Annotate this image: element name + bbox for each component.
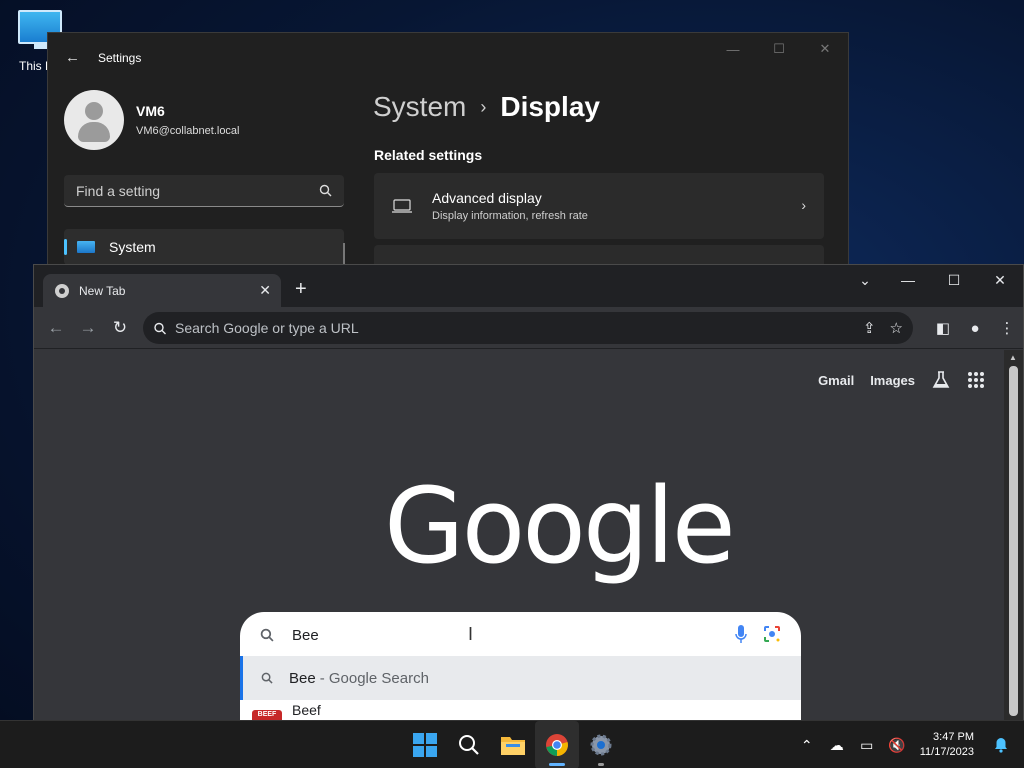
apps-grid-icon[interactable] <box>967 371 985 389</box>
advanced-display-card[interactable]: Advanced display Display information, re… <box>374 173 824 239</box>
search-icon <box>260 628 274 642</box>
omnibox[interactable]: ⇪ ☆ <box>143 312 913 344</box>
card-subtitle: Display information, refresh rate <box>432 210 588 222</box>
chevron-right-icon: › <box>801 197 806 213</box>
close-button[interactable]: ✕ <box>977 265 1023 295</box>
scrollbar-thumb[interactable] <box>1009 366 1018 716</box>
folder-icon <box>501 737 525 755</box>
microphone-icon[interactable] <box>735 625 747 645</box>
sidebar-item-label: System <box>109 239 156 255</box>
search-icon <box>154 322 166 334</box>
network-icon[interactable]: ▭ <box>852 737 882 754</box>
settings-titlebar: ← Settings — ☐ ✕ <box>48 33 848 83</box>
gmail-link[interactable]: Gmail <box>818 373 854 388</box>
windows-logo-icon <box>413 733 437 757</box>
settings-title: Settings <box>98 51 142 65</box>
settings-window: ← Settings — ☐ ✕ VM6 VM6@collabnet.local… <box>47 32 849 275</box>
search-icon <box>261 672 273 684</box>
side-panel-icon[interactable]: ◧ <box>927 312 959 344</box>
suggestion-typed-text: Bee <box>289 669 316 687</box>
google-logo: Google <box>384 465 736 587</box>
breadcrumb: System › Display <box>373 91 600 123</box>
start-button[interactable] <box>403 721 447 768</box>
settings-taskbar-button[interactable] <box>579 721 623 768</box>
autocomplete-suggestion[interactable]: Bee - Google Search <box>240 656 801 700</box>
section-heading: Related settings <box>374 147 483 163</box>
clock[interactable]: 3:47 PM 11/17/2023 <box>920 730 974 760</box>
minimize-button[interactable]: — <box>885 265 931 295</box>
share-icon[interactable]: ⇪ <box>863 319 876 337</box>
chrome-taskbar-button[interactable] <box>535 721 579 768</box>
google-lens-icon[interactable] <box>763 625 781 643</box>
notification-bell-icon[interactable] <box>986 737 1016 753</box>
chrome-icon <box>546 734 568 756</box>
back-arrow-icon[interactable]: ← <box>40 312 72 344</box>
text-cursor-icon: I <box>468 624 474 644</box>
new-tab-button[interactable]: + <box>295 279 307 299</box>
chevron-up-icon[interactable]: ⌃ <box>792 737 822 754</box>
find-setting-input[interactable] <box>76 182 296 199</box>
labs-flask-icon[interactable] <box>931 370 951 390</box>
page-title: Display <box>500 91 600 122</box>
google-search-input[interactable] <box>292 626 712 644</box>
back-arrow-icon[interactable]: ← <box>65 50 81 66</box>
new-tab-page: Gmail Images Google I Bee - Google Searc… <box>34 350 1005 720</box>
forward-arrow-icon[interactable]: → <box>72 312 104 344</box>
autocomplete-suggestion[interactable]: BEEF Beef <box>240 700 801 720</box>
close-button[interactable]: ✕ <box>802 33 848 65</box>
search-icon <box>319 184 332 197</box>
user-name: VM6 <box>136 103 165 119</box>
tab-new-tab[interactable]: New Tab ✕ <box>43 274 281 307</box>
tab-strip: New Tab ✕ + ⌄ — ☐ ✕ <box>34 265 1023 307</box>
system-icon <box>77 241 95 253</box>
suggestion-rest-text: - Google Search <box>319 669 429 687</box>
tab-search-chevron-icon[interactable]: ⌄ <box>845 265 885 295</box>
system-tray: ⌃ ☁ ▭ 🔇 3:47 PM 11/17/2023 <box>792 721 1024 768</box>
gear-icon <box>590 734 612 756</box>
card-title: Advanced display <box>432 190 542 206</box>
scroll-up-icon[interactable]: ▲ <box>1009 353 1017 362</box>
bookmark-star-icon[interactable]: ☆ <box>890 319 903 337</box>
reload-icon[interactable]: ↻ <box>104 312 136 344</box>
laptop-icon <box>392 199 412 213</box>
taskbar: ⌃ ☁ ▭ 🔇 3:47 PM 11/17/2023 <box>0 720 1024 768</box>
maximize-button[interactable]: ☐ <box>756 33 802 65</box>
breadcrumb-parent[interactable]: System <box>373 91 466 123</box>
sidebar-item-system[interactable]: System <box>64 229 344 265</box>
page-scrollbar[interactable]: ▲ <box>1004 350 1023 720</box>
user-profile[interactable]: VM6 VM6@collabnet.local <box>64 90 240 150</box>
taskbar-search-button[interactable] <box>447 721 491 768</box>
browser-toolbar: ← → ↻ ⇪ ☆ ◧ ● ⋮ <box>34 307 1023 349</box>
close-tab-icon[interactable]: ✕ <box>259 282 271 299</box>
search-icon <box>459 735 479 755</box>
beef-thumbnail: BEEF <box>252 710 282 720</box>
tab-title: New Tab <box>79 283 126 298</box>
clock-date: 11/17/2023 <box>919 746 974 758</box>
avatar <box>64 90 124 150</box>
maximize-button[interactable]: ☐ <box>931 265 977 295</box>
onedrive-cloud-icon[interactable]: ☁ <box>822 737 852 754</box>
omnibox-input[interactable] <box>175 320 815 336</box>
profile-icon[interactable]: ● <box>959 312 991 344</box>
user-email: VM6@collabnet.local <box>136 125 240 137</box>
google-search-box[interactable]: I <box>240 612 801 658</box>
chrome-favicon-icon <box>55 283 69 298</box>
suggestion-text: Beef <box>292 702 321 718</box>
images-link[interactable]: Images <box>870 373 915 388</box>
find-setting-box[interactable] <box>64 175 344 207</box>
minimize-button[interactable]: — <box>710 33 756 65</box>
menu-dots-icon[interactable]: ⋮ <box>991 312 1023 344</box>
chrome-window: New Tab ✕ + ⌄ — ☐ ✕ ← → ↻ ⇪ ☆ ◧ ● ⋮ <box>33 264 1024 720</box>
file-explorer-button[interactable] <box>491 721 535 768</box>
volume-muted-icon[interactable]: 🔇 <box>882 737 912 754</box>
clock-time: 3:47 PM <box>933 731 974 743</box>
chevron-right-icon: › <box>480 96 487 117</box>
